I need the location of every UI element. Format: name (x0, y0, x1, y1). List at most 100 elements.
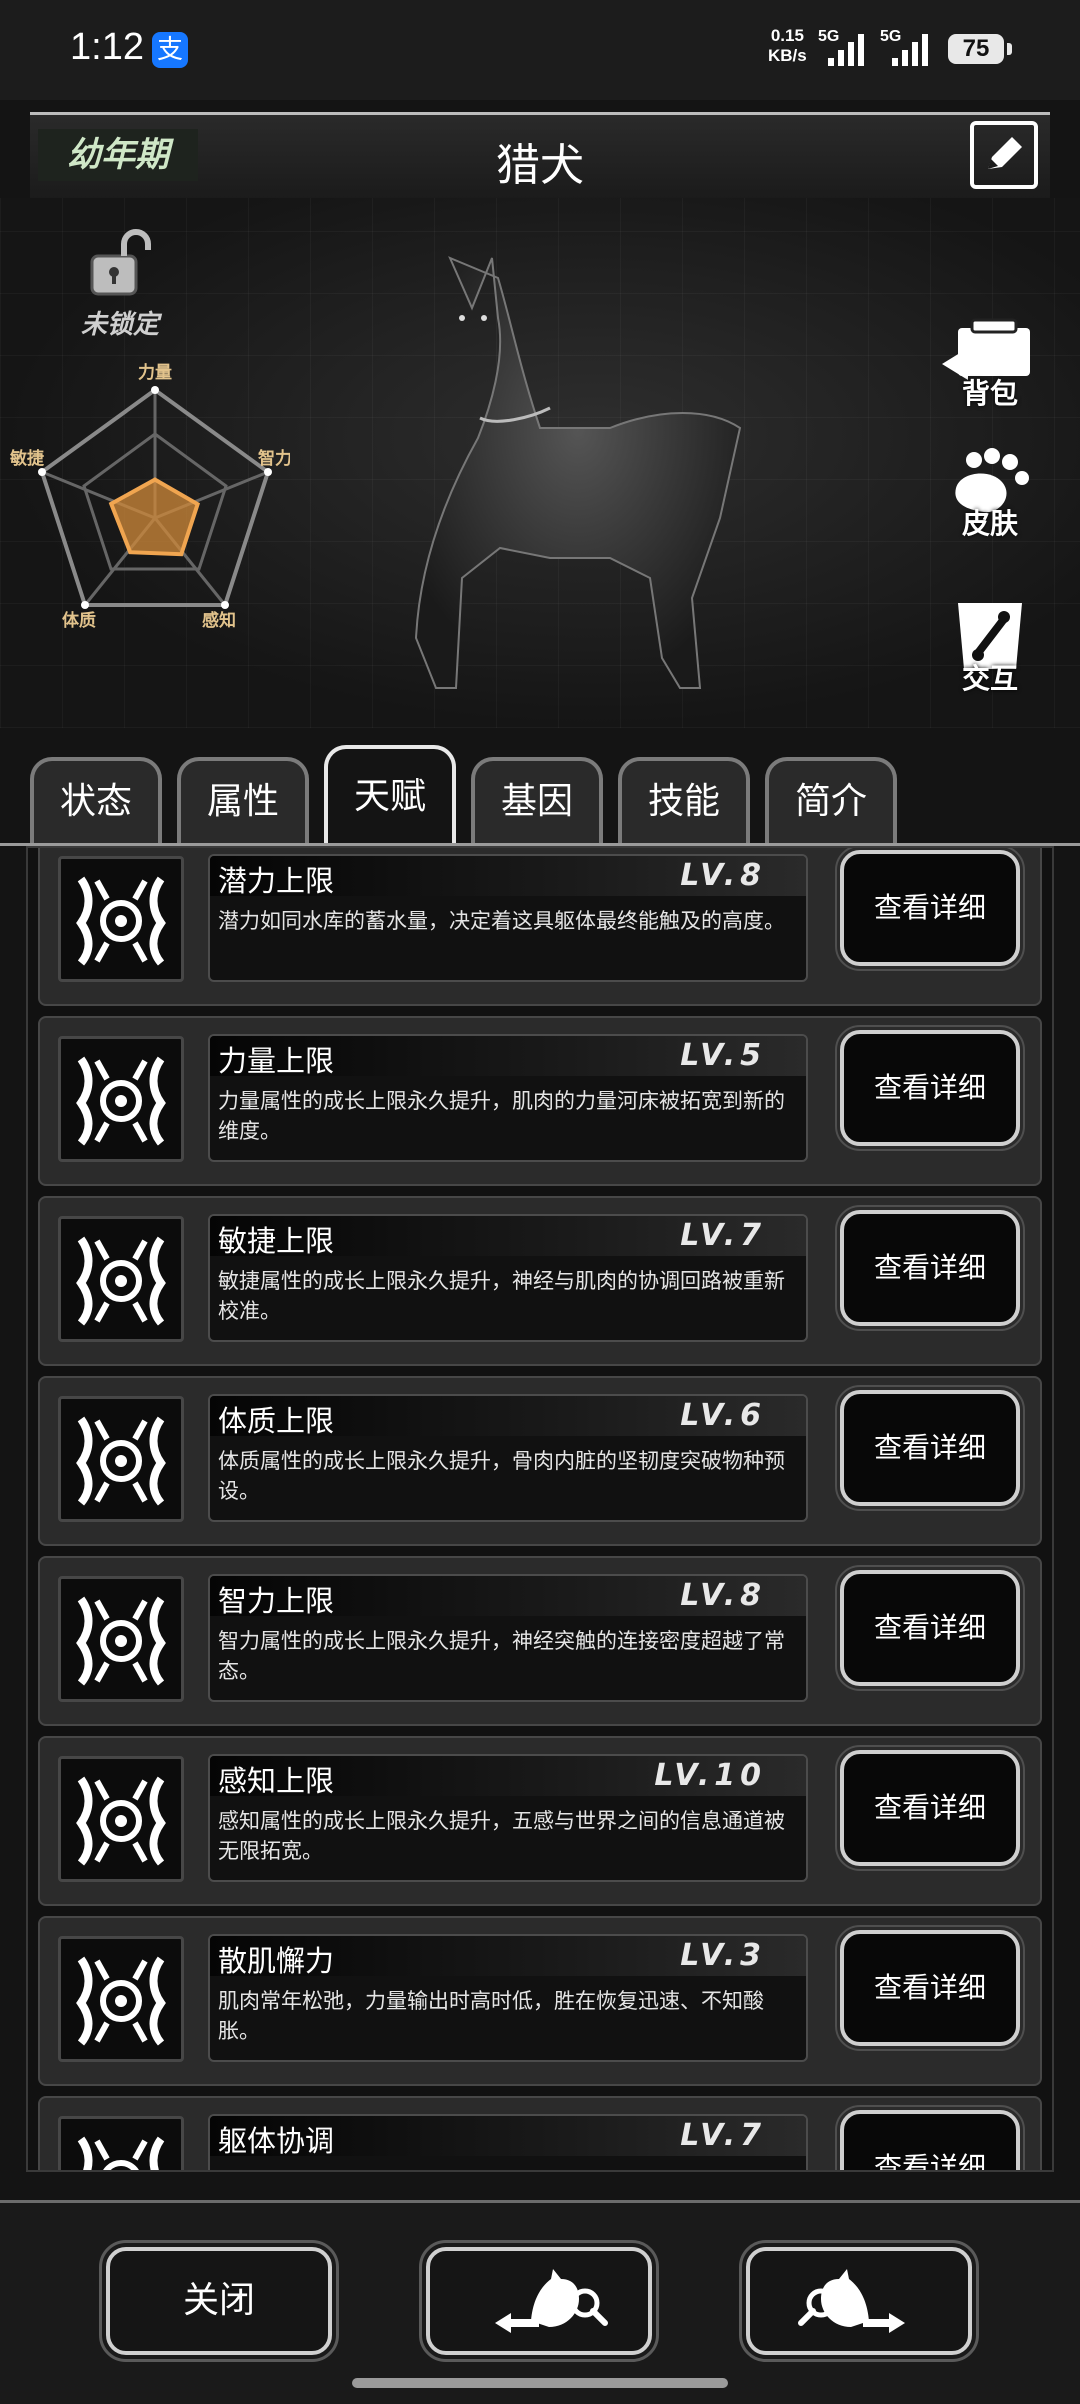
talent-name: 智力上限 (218, 1584, 335, 1618)
tab-skills[interactable]: 技能 (618, 757, 750, 845)
view-detail-button[interactable]: 查看详细 (835, 1745, 1025, 1871)
interact-button[interactable]: 交互 (935, 593, 1045, 697)
tab-talents[interactable]: 天赋 (324, 745, 456, 845)
pencil-icon (988, 137, 1022, 169)
battery-icon: 75 (948, 34, 1012, 64)
view-detail-button[interactable]: 查看详细 (835, 1205, 1025, 1331)
view-detail-button[interactable]: 查看详细 (835, 1925, 1025, 2051)
view-detail-button[interactable]: 查看详细 (835, 2105, 1025, 2170)
talent-rune-icon (58, 1396, 184, 1522)
previous-pet-button[interactable] (419, 2240, 659, 2362)
talent-info: 敏捷上限 LV.7 敏捷属性的成长上限永久提升，神经与肌肉的协调回路被重新校准。 (208, 1214, 808, 1342)
skin-label: 皮肤 (961, 507, 1018, 540)
talent-level: LV.6 (680, 1398, 766, 1433)
talent-card: 潜力上限 LV.8 潜力如同水库的蓄水量，决定着这具躯体最终能触及的高度。 查看详细 (38, 848, 1042, 1006)
radar-label-constitution: 体质 (62, 610, 96, 628)
talent-name: 躯体协调 (218, 2124, 335, 2158)
alipay-icon: 支 (152, 32, 188, 68)
view-detail-button[interactable]: 查看详细 (835, 1025, 1025, 1151)
talent-info: 散肌懈力 LV.3 肌肉常年松弛，力量输出时高时低，胜在恢复迅速、不知酸胀。 (208, 1934, 808, 2062)
edit-icon[interactable] (970, 121, 1038, 189)
talent-card: 体质上限 LV.6 体质属性的成长上限永久提升，骨肉内脏的坚韧度突破物种预设。 查看详… (38, 1376, 1042, 1546)
tab-bar: 状态 属性 天赋 基因 技能 简介 (30, 745, 1050, 845)
talent-level: LV.3 (680, 1938, 766, 1973)
talent-info: 体质上限 LV.6 体质属性的成长上限永久提升，骨肉内脏的坚韧度突破物种预设。 (208, 1394, 808, 1522)
tab-genes[interactable]: 基因 (471, 757, 603, 845)
talent-card: 感知上限 LV.10 感知属性的成长上限永久提升，五感与世界之间的信息通道被无限拓宽… (38, 1736, 1042, 1906)
talent-card: 散肌懈力 LV.3 肌肉常年松弛，力量输出时高时低，胜在恢复迅速、不知酸胀。 查看详细 (38, 1916, 1042, 2086)
network-speed-value: 0.15 (770, 26, 804, 45)
talent-description: 体质属性的成长上限永久提升，骨肉内脏的坚韧度突破物种预设。 (218, 1449, 785, 1503)
status-bar: 1:12 支 0.15 KB/s 5G 5G 75 (0, 0, 1080, 100)
talent-info: 力量上限 LV.5 力量属性的成长上限永久提升，肌肉的力量河床被拓宽到新的维度。 (208, 1034, 808, 1162)
radar-label-intelligence: 智力 (258, 448, 290, 469)
talent-card: 力量上限 LV.5 力量属性的成长上限永久提升，肌肉的力量河床被拓宽到新的维度。 查看… (38, 1016, 1042, 1186)
talent-rune-icon (58, 2116, 184, 2170)
talent-name: 潜力上限 (218, 864, 335, 898)
talent-card: 躯体协调 LV.7 查看详细 (38, 2096, 1042, 2170)
talent-list[interactable]: 潜力上限 LV.8 潜力如同水库的蓄水量，决定着这具躯体最终能触及的高度。 查看详细力… (26, 846, 1054, 2172)
skin-button[interactable]: 皮肤 (935, 448, 1045, 542)
radar-label-strength: 力量 (138, 362, 172, 383)
dog-portrait (414, 256, 742, 689)
radar-label-perception: 感知 (202, 610, 236, 628)
talent-description: 感知属性的成长上限永久提升，五感与世界之间的信息通道被无限拓宽。 (218, 1809, 785, 1863)
bottom-bar: 关闭 (0, 2200, 1080, 2404)
talent-name: 感知上限 (218, 1764, 335, 1798)
talent-card: 敏捷上限 LV.7 敏捷属性的成长上限永久提升，神经与肌肉的协调回路被重新校准。 查看… (38, 1196, 1042, 1366)
network-speed: 0.15 KB/s (768, 26, 807, 66)
view-detail-button[interactable]: 查看详细 (835, 848, 1025, 971)
talent-rune-icon (58, 1756, 184, 1882)
pet-showcase: 未锁定 力量 智力 感知 体质 敏捷 背包 皮肤 交互 (0, 198, 1080, 728)
signal-1-icon (828, 34, 864, 66)
radar-value-shape (108, 477, 201, 557)
next-pet-button[interactable] (739, 2240, 979, 2362)
talent-description: 敏捷属性的成长上限永久提升，神经与肌肉的协调回路被重新校准。 (218, 1269, 785, 1323)
talent-level: LV.10 (654, 1758, 766, 1793)
talent-description: 潜力如同水库的蓄水量，决定着这具躯体最终能触及的高度。 (218, 909, 785, 933)
previous-pet-icon (495, 2269, 608, 2333)
network-speed-unit: KB/s (768, 46, 807, 65)
talent-name: 敏捷上限 (218, 1224, 335, 1258)
view-detail-button[interactable]: 查看详细 (835, 1565, 1025, 1691)
backpack-label: 背包 (961, 377, 1018, 410)
unlock-icon (90, 229, 151, 296)
home-indicator (352, 2378, 728, 2388)
page-title: 猎犬 (496, 140, 584, 191)
header: 幼年期 猎犬 (30, 112, 1050, 202)
backpack-button[interactable]: 背包 (935, 318, 1045, 412)
talent-name: 散肌懈力 (218, 1944, 335, 1978)
talent-level: LV.7 (680, 1218, 766, 1253)
talent-name: 力量上限 (218, 1044, 335, 1078)
talent-info: 躯体协调 LV.7 (208, 2114, 808, 2170)
talent-level: LV.7 (680, 2118, 766, 2153)
interact-label: 交互 (961, 662, 1018, 695)
tab-intro[interactable]: 简介 (765, 757, 897, 845)
talent-description: 肌肉常年松弛，力量输出时高时低，胜在恢复迅速、不知酸胀。 (218, 1989, 764, 2043)
talent-card: 智力上限 LV.8 智力属性的成长上限永久提升，神经突触的连接密度超越了常态。 查看详… (38, 1556, 1042, 1726)
talent-level: LV.8 (680, 1578, 766, 1613)
talent-level: LV.8 (680, 858, 766, 893)
talent-info: 感知上限 LV.10 感知属性的成长上限永久提升，五感与世界之间的信息通道被无限拓宽… (208, 1754, 808, 1882)
radar-label-agility: 敏捷 (9, 448, 45, 469)
view-detail-button[interactable]: 查看详细 (835, 1385, 1025, 1511)
signal-2-icon (892, 34, 928, 66)
close-button[interactable]: 关闭 (99, 2240, 339, 2362)
talent-rune-icon (58, 1036, 184, 1162)
talent-rune-icon (58, 1216, 184, 1342)
tab-status[interactable]: 状态 (30, 757, 162, 845)
lock-toggle[interactable]: 未锁定 (60, 228, 180, 341)
talent-name: 体质上限 (218, 1404, 335, 1438)
next-pet-icon (798, 2269, 905, 2333)
talent-rune-icon (58, 1936, 184, 2062)
tab-attributes[interactable]: 属性 (177, 757, 309, 845)
talent-description: 智力属性的成长上限永久提升，神经突触的连接密度超越了常态。 (218, 1629, 785, 1683)
attribute-radar-chart: 力量 智力 感知 体质 敏捷 (9, 362, 290, 628)
talent-description: 力量属性的成长上限永久提升，肌肉的力量河床被拓宽到新的维度。 (218, 1089, 785, 1143)
talent-rune-icon (58, 856, 184, 982)
talent-info: 智力上限 LV.8 智力属性的成长上限永久提升，神经突触的连接密度超越了常态。 (208, 1574, 808, 1702)
talent-rune-icon (58, 1576, 184, 1702)
talent-level: LV.5 (680, 1038, 766, 1073)
talent-info: 潜力上限 LV.8 潜力如同水库的蓄水量，决定着这具躯体最终能触及的高度。 (208, 854, 808, 982)
status-time: 1:12 (70, 26, 144, 68)
